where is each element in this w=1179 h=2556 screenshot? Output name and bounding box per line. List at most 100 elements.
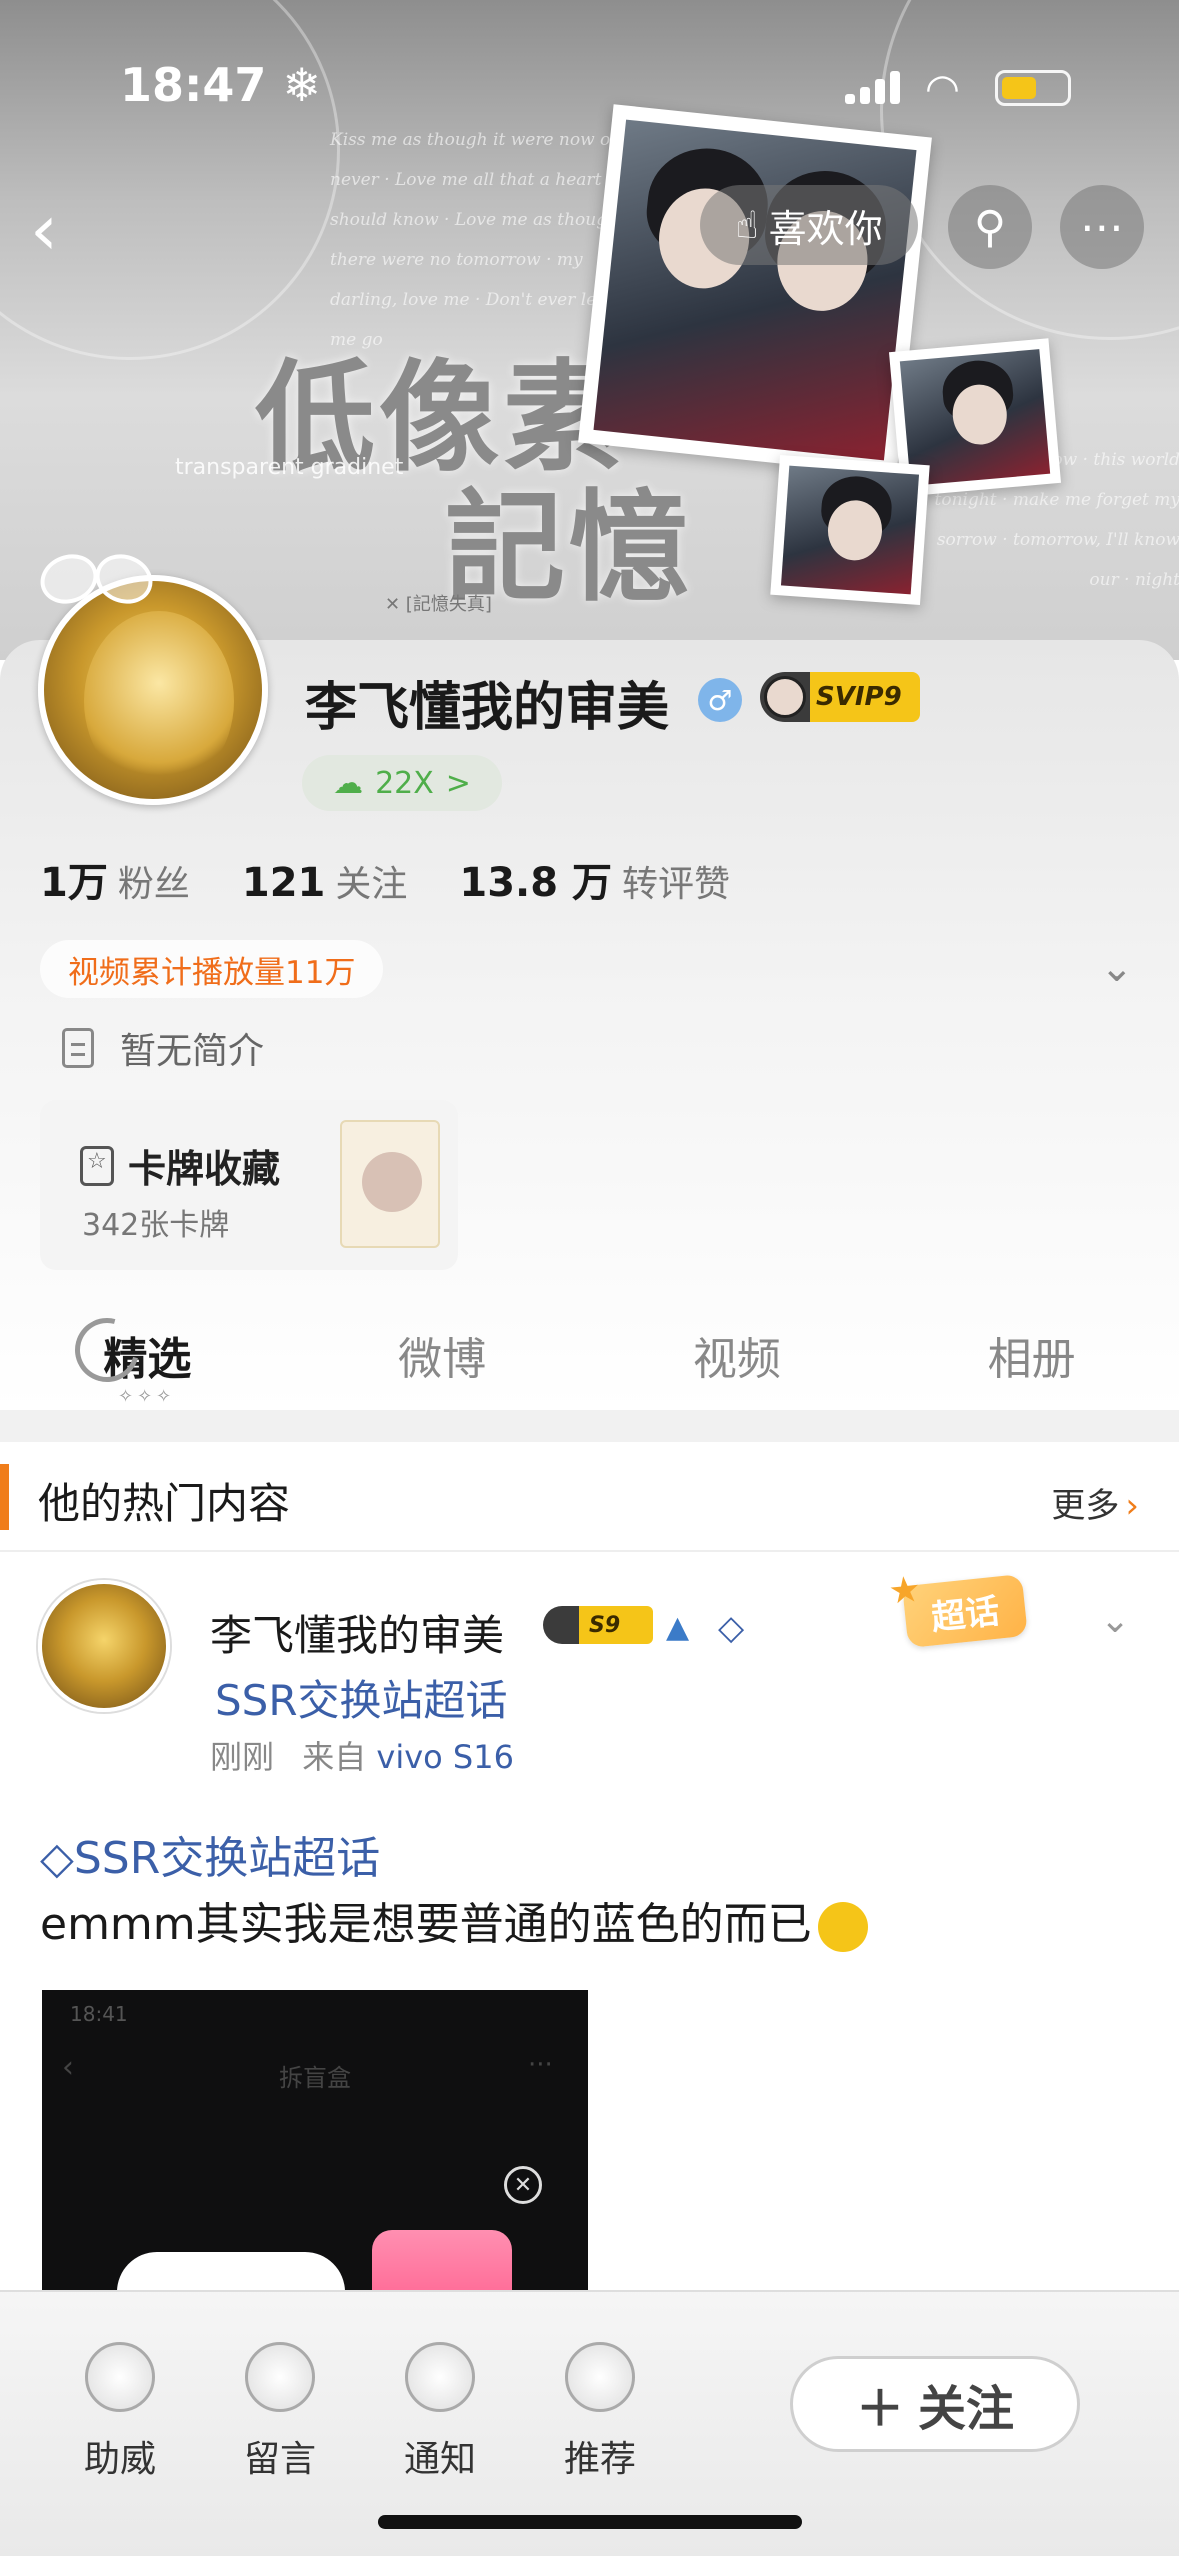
card-collection-title: 卡牌收藏: [128, 1147, 281, 1191]
stat-fans[interactable]: 1万 粉丝: [40, 850, 190, 908]
post-hashtag[interactable]: ◇SSR交换站超话: [40, 1822, 380, 1886]
tab-label: 相册: [987, 1334, 1076, 1385]
hashtag-label: SSR交换站超话: [73, 1833, 381, 1884]
profile-stats: 1万 粉丝 121 关注 13.8 万转评赞: [40, 850, 730, 908]
wifi-icon: ◠: [925, 66, 960, 112]
cover-memory-label: ✕ [記憶失真]: [385, 594, 492, 615]
card-collection[interactable]: 卡牌收藏 342张卡牌: [40, 1100, 458, 1270]
tab-label: 视频: [692, 1334, 781, 1385]
cheer-label: 助威: [83, 2439, 156, 2480]
profile-tabs: ✧✧✧ 精选 微博 视频 相册: [0, 1300, 1179, 1410]
card-collection-title-row: 卡牌收藏: [80, 1138, 280, 1193]
cheer-button[interactable]: 助威: [55, 2342, 185, 2482]
search-button[interactable]: ⚲: [948, 185, 1032, 269]
card-thumbnail: [340, 1120, 440, 1248]
post-avatar[interactable]: [38, 1580, 170, 1712]
post-time: 刚刚: [210, 1738, 275, 1776]
post-topic[interactable]: SSR交换站超话: [215, 1667, 508, 1728]
tab-label: 微博: [398, 1334, 487, 1385]
male-gender-icon: ♂: [698, 678, 742, 722]
stat-following[interactable]: 121 关注: [242, 855, 408, 907]
recommend-button[interactable]: 推荐: [535, 2342, 665, 2482]
battery-icon: [995, 70, 1071, 106]
like-you-label: 喜欢你: [768, 206, 883, 251]
tab-album[interactable]: 相册: [884, 1300, 1179, 1410]
stat-number: 121: [241, 860, 326, 906]
laugh-cry-emoji-icon: [817, 1902, 868, 1952]
feed-post[interactable]: 李飞懂我的审美 S9 ▲ ◇ SSR交换站超话 刚刚 来自 vivo S16 ★…: [0, 1552, 1179, 2290]
more-button[interactable]: ⋯: [1060, 185, 1144, 269]
stat-label: 转评赞: [622, 864, 731, 905]
signal-icon: [845, 70, 901, 104]
more-dots-icon: ⋯: [1080, 201, 1124, 253]
tab-featured[interactable]: ✧✧✧ 精选: [0, 1300, 295, 1410]
svip-avatar-icon: [764, 676, 806, 718]
chevron-down-icon[interactable]: ⌄: [1100, 1600, 1130, 1641]
sparkle-icon: ✧✧✧: [118, 1386, 176, 1407]
post-text: emmm其实我是想要普通的蓝色的而已: [40, 1888, 868, 1952]
star-icon: ★: [886, 1568, 923, 1613]
plus-icon: ＋: [855, 2381, 904, 2437]
recommend-label: 推荐: [563, 2439, 636, 2480]
stat-number: 13.8 万: [459, 860, 612, 906]
post-author[interactable]: 李飞懂我的审美: [210, 1602, 504, 1663]
envelope-icon: [245, 2342, 315, 2412]
tab-video[interactable]: 视频: [590, 1300, 885, 1410]
bio-text: 暂无简介: [120, 1031, 265, 1072]
message-button[interactable]: 留言: [215, 2342, 345, 2482]
section-divider: [0, 1410, 1179, 1442]
bio-row: 暂无简介: [62, 1022, 264, 1074]
tab-weibo[interactable]: 微博: [295, 1300, 590, 1410]
screenshot-card: [117, 2252, 345, 2290]
shark-icon: ▲: [666, 1610, 690, 1645]
back-button[interactable]: ‹: [30, 190, 90, 270]
screenshot-time: 18:41: [70, 2002, 128, 2026]
stat-interactions[interactable]: 13.8 万转评赞: [459, 850, 730, 908]
username: 李飞懂我的审美: [305, 678, 670, 738]
diamond-icon: ◇: [40, 1833, 74, 1884]
card-star-icon: [80, 1145, 114, 1186]
svip-s9-badge[interactable]: S9: [543, 1606, 653, 1644]
message-label: 留言: [243, 2439, 316, 2480]
level-label: 22X: [375, 765, 434, 801]
more-label: 更多: [1051, 1486, 1120, 1526]
follow-label: 关注: [918, 2381, 1015, 2437]
chevron-down-icon[interactable]: ⌄: [1100, 945, 1134, 991]
cover-photo-main: [578, 104, 932, 476]
diamond-icon: ◇: [718, 1608, 745, 1648]
svip-badge[interactable]: SVIP9: [760, 672, 920, 722]
screenshot-more-icon: ···: [528, 2050, 553, 2080]
post-source-prefix: 来自: [302, 1738, 367, 1776]
gift-icon: [372, 2230, 512, 2290]
post-text-content: emmm其实我是想要普通的蓝色的而已: [40, 1899, 812, 1950]
notify-button[interactable]: 通知: [375, 2342, 505, 2482]
svip-label: SVIP9: [816, 682, 902, 712]
like-you-button[interactable]: ☝ 喜欢你: [700, 185, 918, 265]
more-link[interactable]: 更多 ›: [1051, 1478, 1139, 1527]
perfume-bottle-icon: [85, 2342, 155, 2412]
post-meta: 刚刚 来自 vivo S16: [210, 1732, 514, 1778]
hot-content-header: 他的热门内容 更多 ›: [0, 1442, 1179, 1552]
level-pill[interactable]: ☁ 22X >: [302, 755, 502, 811]
follow-button[interactable]: ＋ 关注: [790, 2356, 1080, 2452]
super-topic-label: 超话: [929, 1591, 1002, 1638]
close-icon: ✕: [504, 2166, 542, 2204]
video-plays-pill[interactable]: 视频累计播放量11万: [40, 940, 384, 998]
cover-photo-small: [770, 454, 930, 606]
post-image[interactable]: 18:41 ‹ 拆盲盒 ··· ✕: [42, 1990, 588, 2290]
document-icon: [62, 1028, 94, 1068]
screenshot-title: 拆盲盒: [279, 2064, 351, 2092]
home-indicator[interactable]: [378, 2515, 802, 2529]
post-source[interactable]: vivo S16: [376, 1738, 514, 1776]
bow-decoration-icon: [40, 545, 150, 615]
card-collection-count: 342张卡牌: [82, 1208, 230, 1243]
search-icon: ⚲: [973, 201, 1007, 253]
status-bar: 18:47 ❄ ◠: [0, 0, 1179, 140]
notify-label: 通知: [403, 2439, 476, 2480]
cover-subtitle: transparent gradinet: [175, 455, 404, 480]
stat-label: 关注: [335, 864, 408, 905]
super-topic-badge[interactable]: ★ 超话: [886, 1569, 1028, 1649]
chevron-right-icon: >: [445, 765, 471, 801]
stat-label: 粉丝: [117, 864, 190, 905]
stat-number: 1万: [40, 860, 108, 906]
